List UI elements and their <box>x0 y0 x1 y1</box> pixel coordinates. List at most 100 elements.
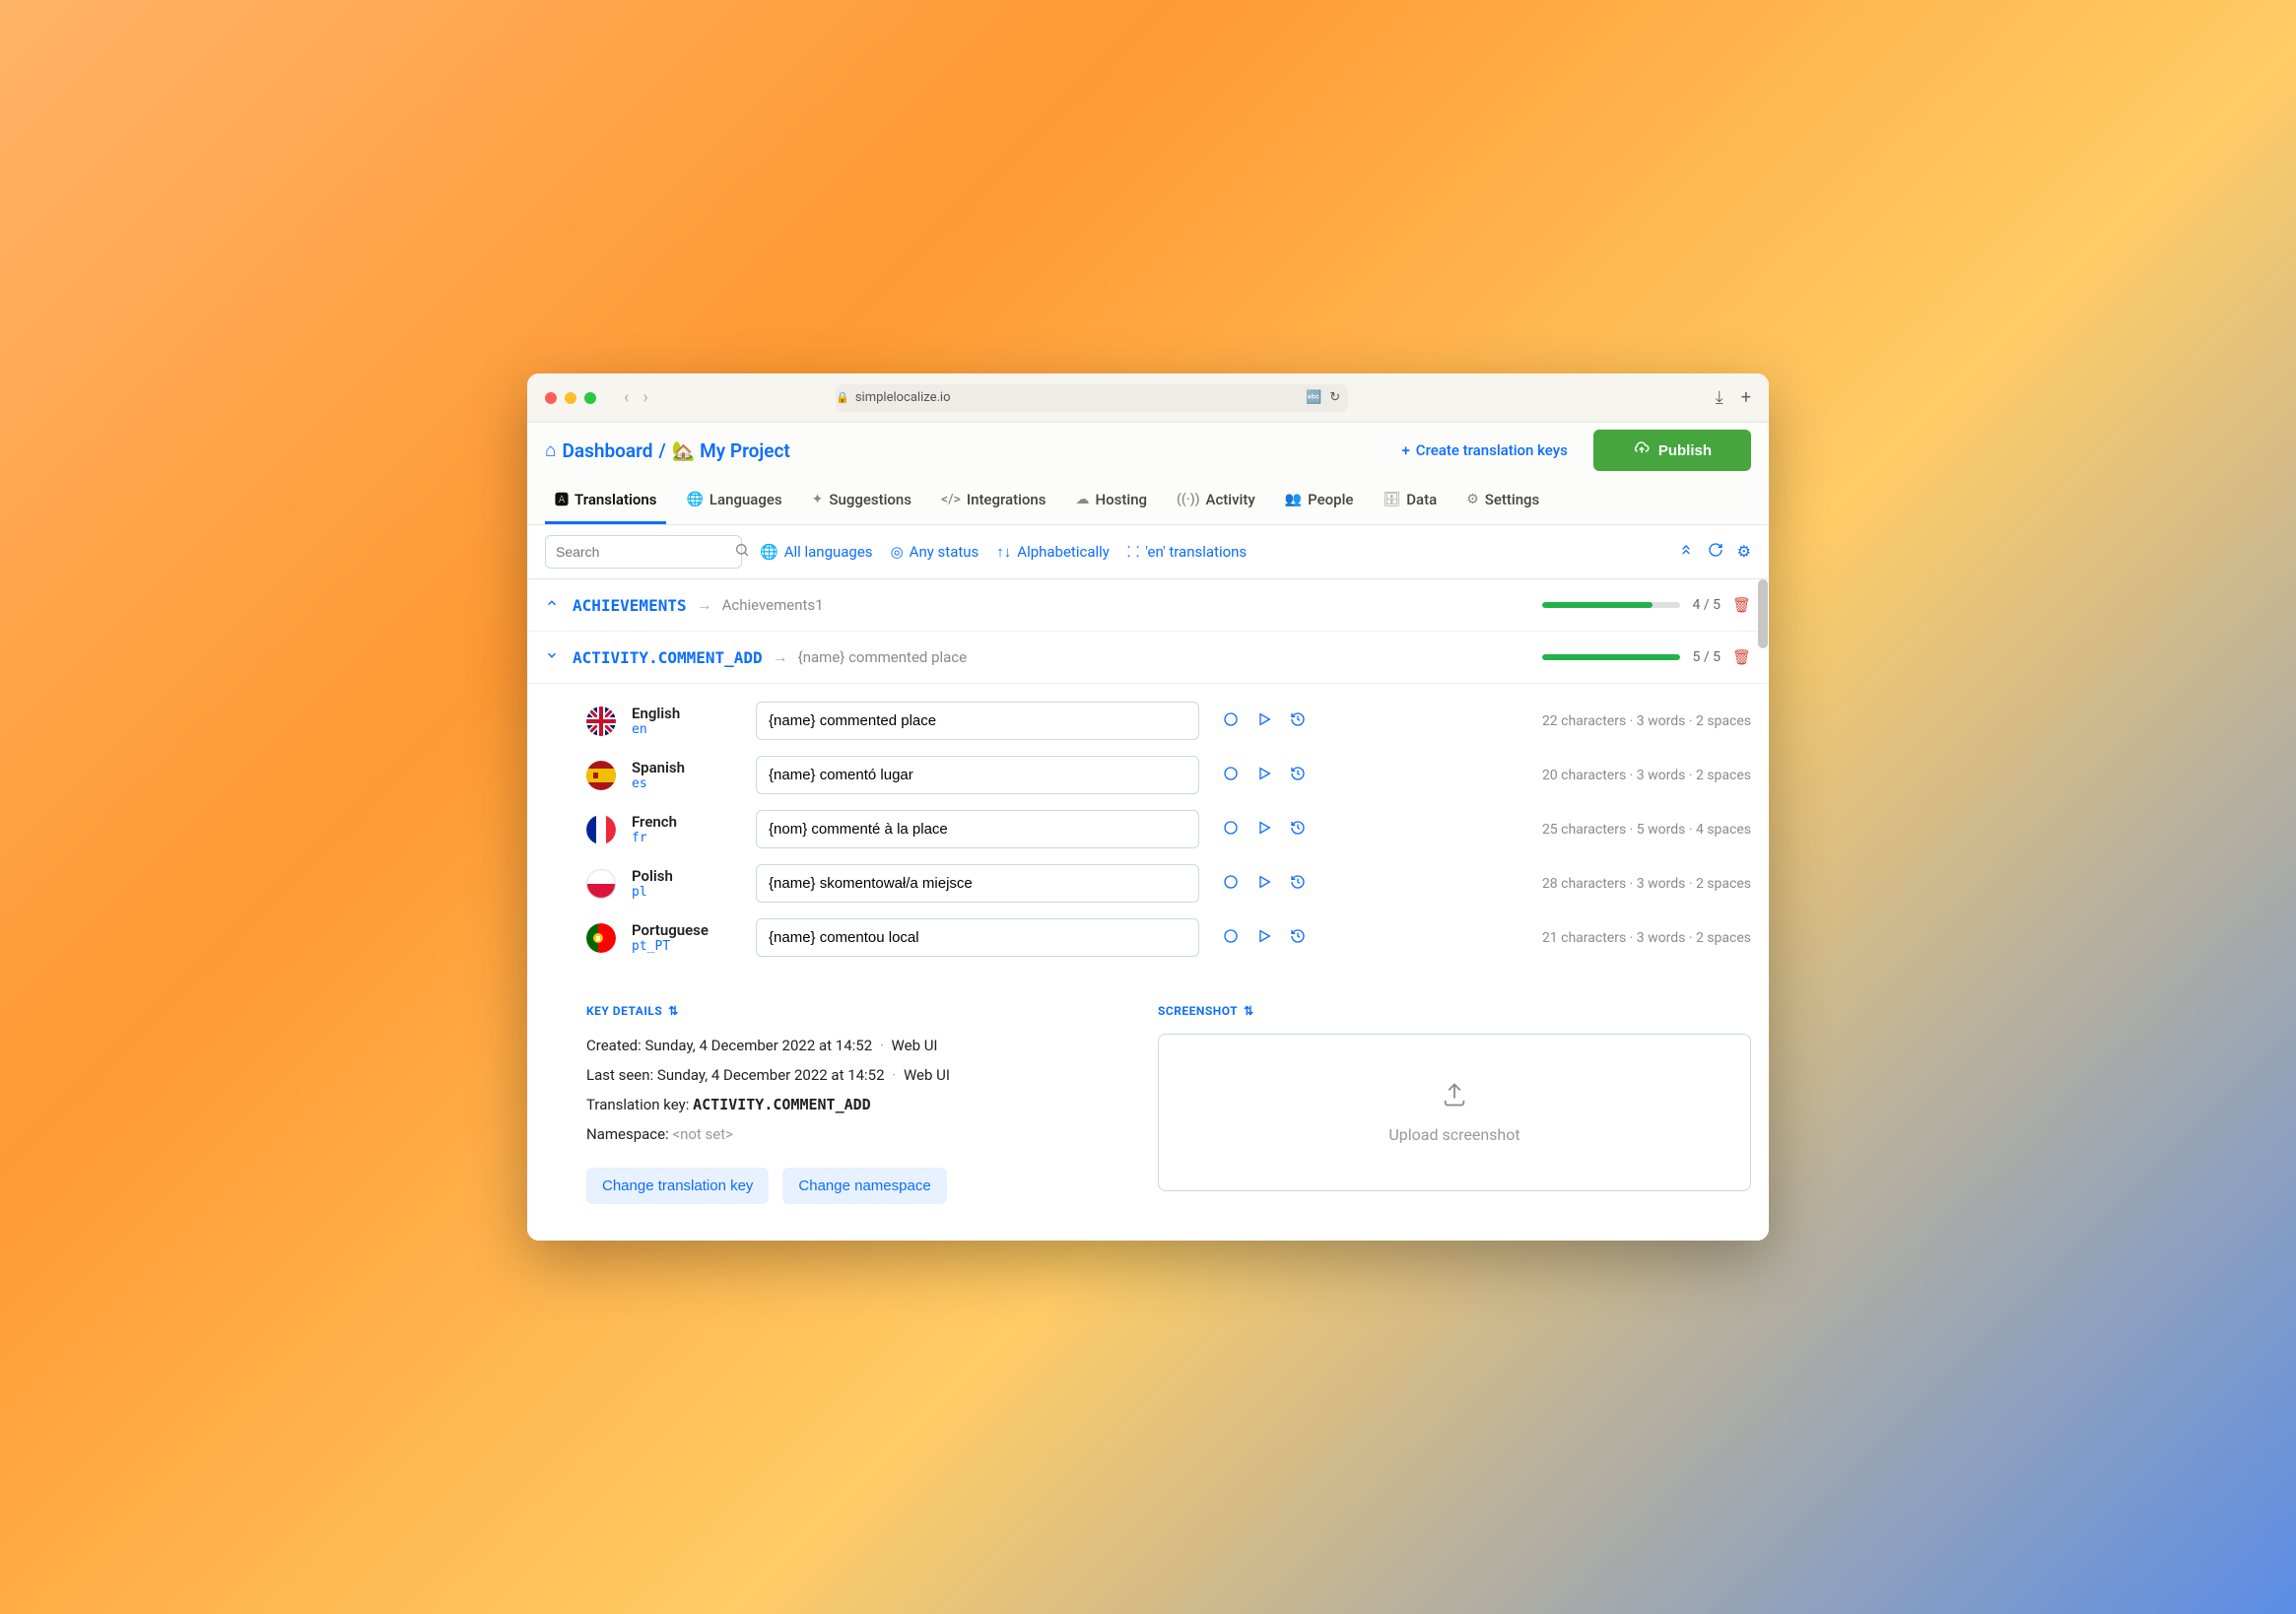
play-icon[interactable] <box>1256 766 1272 785</box>
play-icon[interactable] <box>1256 820 1272 840</box>
filter-toolbar: 🌐 All languages ◎ Any status ↑↓ Alphabet… <box>527 525 1769 579</box>
expand-icon: ⇅ <box>668 1004 679 1018</box>
translation-stats: 25 characters · 5 words · 4 spaces <box>1542 822 1751 838</box>
translation-stats: 20 characters · 3 words · 2 spaces <box>1542 768 1751 783</box>
upload-screenshot-box[interactable]: Upload screenshot <box>1158 1034 1751 1191</box>
create-translation-keys-button[interactable]: + Create translation keys <box>1387 434 1581 467</box>
translation-row: Spanish es 20 characters · 3 words · 2 s… <box>586 748 1751 802</box>
app-body: ⌂ Dashboard / 🏡 My Project + Create tran… <box>527 423 1769 1241</box>
close-window-button[interactable] <box>545 392 557 404</box>
language-translations: English en 22 characters · 3 words · 2 s… <box>527 684 1769 975</box>
broadcast-icon: ((·)) <box>1177 492 1199 507</box>
collapse-all-icon[interactable] <box>1678 542 1694 562</box>
filter-view[interactable]: ⸬ 'en' translations <box>1127 542 1247 562</box>
change-translation-key-button[interactable]: Change translation key <box>586 1168 769 1204</box>
translation-keys-list: ACHIEVEMENTS → Achievements1 4 / 5 🗑 ACT… <box>527 579 1769 1241</box>
arrow-icon: → <box>697 595 712 615</box>
translation-row: French fr 25 characters · 5 words · 4 sp… <box>586 802 1751 856</box>
tab-activity[interactable]: ((·)) Activity <box>1167 478 1265 524</box>
globe-icon: 🌐 <box>760 543 778 561</box>
new-tab-icon[interactable]: + <box>1741 387 1751 408</box>
tab-people[interactable]: 👥 People <box>1275 478 1364 524</box>
circle-icon[interactable] <box>1223 766 1239 785</box>
home-icon[interactable]: ⌂ <box>545 438 556 462</box>
play-icon[interactable] <box>1256 874 1272 894</box>
history-icon[interactable] <box>1290 766 1306 785</box>
progress-text: 5 / 5 <box>1692 649 1720 665</box>
tab-integrations[interactable]: </> Integrations <box>931 478 1056 524</box>
tab-settings[interactable]: ⚙ Settings <box>1456 478 1549 524</box>
circle-icon[interactable] <box>1223 711 1239 731</box>
circle-icon[interactable] <box>1223 820 1239 840</box>
tab-hosting[interactable]: ☁ Hosting <box>1066 478 1158 524</box>
history-icon[interactable] <box>1290 874 1306 894</box>
circle-icon[interactable] <box>1223 928 1239 948</box>
key-row-achievements[interactable]: ACHIEVEMENTS → Achievements1 4 / 5 🗑 <box>527 579 1769 632</box>
progress-bar <box>1542 602 1680 608</box>
play-icon[interactable] <box>1256 711 1272 731</box>
target-icon: ◎ <box>891 543 904 561</box>
history-icon[interactable] <box>1290 711 1306 731</box>
key-details-title[interactable]: KEY DETAILS ⇅ <box>586 1004 1118 1018</box>
screenshot-section-title[interactable]: SCREENSHOT ⇅ <box>1158 1004 1751 1018</box>
tab-suggestions[interactable]: ✦ Suggestions <box>802 478 921 524</box>
translate-icon[interactable]: 🔤 <box>1306 390 1321 405</box>
history-icon[interactable] <box>1290 820 1306 840</box>
breadcrumb-project[interactable]: 🏡 My Project <box>672 439 790 462</box>
translation-input[interactable] <box>756 702 1199 740</box>
filter-status[interactable]: ◎ Any status <box>891 543 979 561</box>
arrow-icon: → <box>773 647 788 667</box>
breadcrumb: ⌂ Dashboard / 🏡 My Project <box>545 438 790 462</box>
url-text: simplelocalize.io <box>855 390 951 405</box>
translation-input[interactable] <box>756 756 1199 794</box>
key-row-activity-comment-add[interactable]: ACTIVITY.COMMENT_ADD → {name} commented … <box>527 632 1769 684</box>
translation-stats: 21 characters · 3 words · 2 spaces <box>1542 930 1751 946</box>
scrollbar-thumb[interactable] <box>1758 579 1768 648</box>
gear-icon: ⚙ <box>1466 492 1479 507</box>
forward-button[interactable]: › <box>642 387 647 408</box>
settings-icon[interactable]: ⚙ <box>1737 542 1751 562</box>
minimize-window-button[interactable] <box>565 392 576 404</box>
expand-icon: ⇅ <box>1244 1004 1254 1018</box>
key-preview: {name} commented place <box>798 648 967 666</box>
tab-translations[interactable]: 🅰 Translations <box>545 478 666 524</box>
sort-icon: ↑↓ <box>996 543 1011 561</box>
tab-data[interactable]: 🗄 Data <box>1373 478 1447 524</box>
translation-input[interactable] <box>756 864 1199 903</box>
upload-label: Upload screenshot <box>1388 1125 1519 1144</box>
reload-icon[interactable]: ↻ <box>1329 390 1340 405</box>
change-namespace-button[interactable]: Change namespace <box>782 1168 946 1204</box>
translation-input[interactable] <box>756 918 1199 957</box>
code-icon: </> <box>941 492 961 507</box>
filter-languages[interactable]: 🌐 All languages <box>760 543 873 561</box>
language-name: Spanish <box>632 759 740 776</box>
breadcrumb-dashboard[interactable]: Dashboard <box>562 439 652 462</box>
play-icon[interactable] <box>1256 928 1272 948</box>
search-box[interactable] <box>545 535 742 569</box>
circle-icon[interactable] <box>1223 874 1239 894</box>
url-bar[interactable]: 🔒 simplelocalize.io 🔤 ↻ <box>836 384 1348 412</box>
key-name: ACTIVITY.COMMENT_ADD <box>573 648 763 667</box>
flag-pl-icon <box>586 869 616 899</box>
delete-key-button[interactable]: 🗑 <box>1732 596 1751 614</box>
translations-icon: 🅰 <box>555 490 569 509</box>
language-name: Portuguese <box>632 921 740 939</box>
key-preview: Achievements1 <box>722 596 824 614</box>
detail-tkey: Translation key: ACTIVITY.COMMENT_ADD <box>586 1093 1118 1116</box>
progress-bar <box>1542 654 1680 660</box>
back-button[interactable]: ‹ <box>624 387 629 408</box>
maximize-window-button[interactable] <box>584 392 596 404</box>
refresh-icon[interactable] <box>1708 542 1723 562</box>
filter-sort[interactable]: ↑↓ Alphabetically <box>996 543 1110 561</box>
language-code: pl <box>632 885 740 900</box>
delete-key-button[interactable]: 🗑 <box>1732 648 1751 666</box>
detail-namespace: Namespace: <not set> <box>586 1122 1118 1146</box>
publish-button[interactable]: Publish <box>1593 430 1751 471</box>
search-input[interactable] <box>556 544 734 560</box>
traffic-lights <box>545 392 596 404</box>
translation-input[interactable] <box>756 810 1199 848</box>
translation-row: English en 22 characters · 3 words · 2 s… <box>586 694 1751 748</box>
tab-languages[interactable]: 🌐 Languages <box>676 478 791 524</box>
downloads-icon[interactable]: ⤓ <box>1716 387 1723 408</box>
history-icon[interactable] <box>1290 928 1306 948</box>
